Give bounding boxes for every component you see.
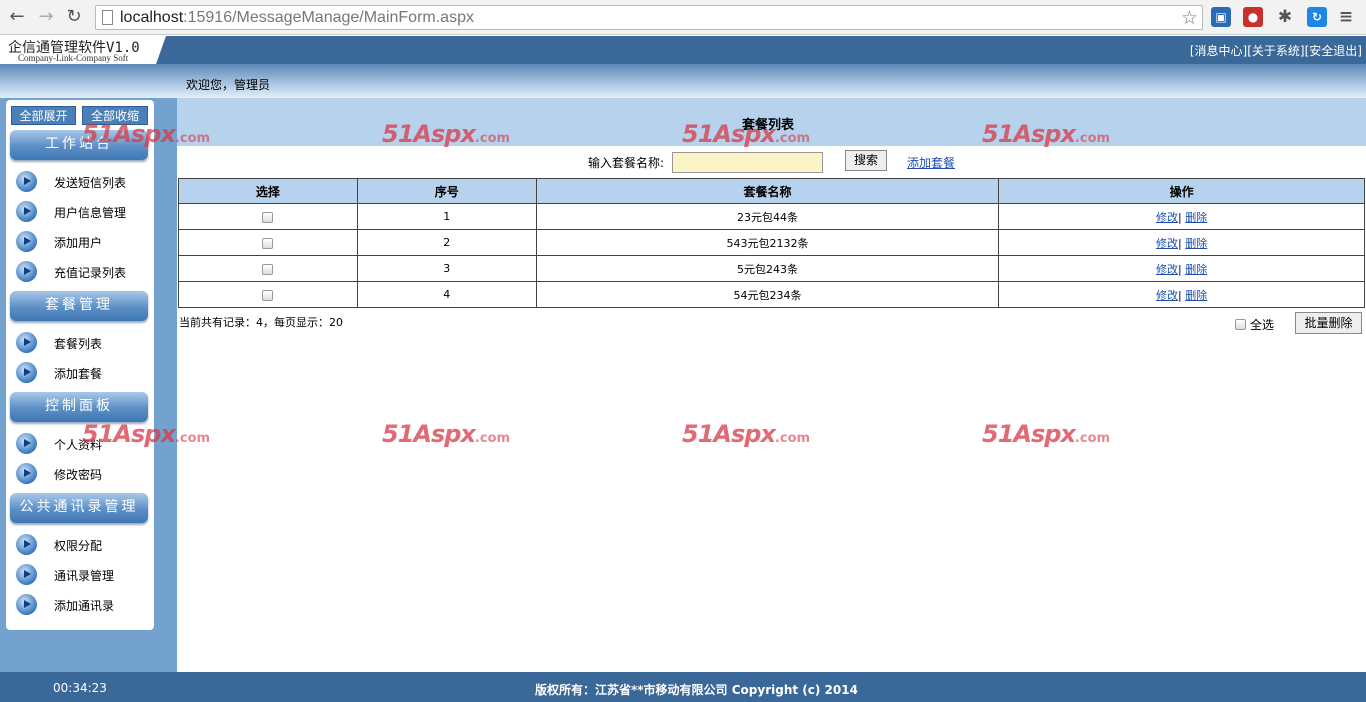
play-icon bbox=[16, 564, 37, 585]
expand-all-button[interactable]: 全部展开 bbox=[11, 106, 76, 125]
sidebar-item-recharge-list[interactable]: 充值记录列表 bbox=[16, 261, 146, 283]
table-row: 4 54元包234条 修改| 删除 bbox=[178, 281, 1365, 308]
play-icon bbox=[16, 463, 37, 484]
watermark: 51Aspx.com bbox=[382, 120, 511, 148]
record-summary: 当前共有记录：4，每页显示：20 bbox=[179, 316, 343, 329]
row-number: 4 bbox=[356, 281, 537, 308]
extension-red-icon[interactable]: ● bbox=[1243, 7, 1263, 27]
table-row: 3 5元包243条 修改| 删除 bbox=[178, 255, 1365, 282]
col-package-name: 套餐名称 bbox=[535, 178, 1000, 204]
col-number: 序号 bbox=[356, 178, 537, 204]
extension-puzzle-icon[interactable]: ✱ bbox=[1275, 7, 1295, 27]
group-header-package[interactable]: 套餐管理 bbox=[10, 291, 148, 321]
col-operations: 操作 bbox=[998, 178, 1365, 204]
search-button[interactable]: 搜索 bbox=[845, 150, 887, 171]
op-separator: | bbox=[1178, 236, 1182, 250]
sidebar-item-add-contact[interactable]: 添加通讯录 bbox=[16, 594, 146, 616]
back-icon[interactable]: ← bbox=[6, 6, 28, 28]
play-icon bbox=[16, 362, 37, 383]
row-package-name: 54元包234条 bbox=[535, 281, 1000, 308]
edit-link[interactable]: 修改 bbox=[1156, 263, 1178, 276]
add-package-link[interactable]: 添加套餐 bbox=[907, 154, 955, 171]
package-name-input[interactable] bbox=[672, 152, 823, 173]
row-checkbox[interactable] bbox=[262, 211, 274, 223]
row-number: 1 bbox=[356, 203, 537, 230]
table-header-row: 选择 序号 套餐名称 操作 bbox=[178, 178, 1365, 204]
sidebar-item-add-user[interactable]: 添加用户 bbox=[16, 231, 146, 253]
sidebar-item-contacts-manage[interactable]: 通讯录管理 bbox=[16, 564, 146, 586]
edit-link[interactable]: 修改 bbox=[1156, 211, 1178, 224]
extension-blue-icon[interactable]: ↻ bbox=[1307, 7, 1327, 27]
search-label: 输入套餐名称: bbox=[588, 156, 665, 170]
edit-link[interactable]: 修改 bbox=[1156, 289, 1178, 302]
play-icon bbox=[16, 231, 37, 252]
extension-monitor-icon[interactable]: ▣ bbox=[1211, 7, 1231, 27]
group-header-contacts[interactable]: 公共通讯录管理 bbox=[10, 493, 148, 523]
select-all[interactable]: 全选 bbox=[1235, 316, 1274, 333]
row-package-name: 23元包44条 bbox=[535, 203, 1000, 230]
watermark: 51Aspx.com bbox=[82, 120, 211, 148]
play-icon bbox=[16, 171, 37, 192]
play-icon bbox=[16, 534, 37, 555]
row-package-name: 543元包2132条 bbox=[535, 229, 1000, 256]
bookmark-star-icon[interactable]: ☆ bbox=[1181, 7, 1198, 29]
watermark: 51Aspx.com bbox=[982, 120, 1111, 148]
col-select: 选择 bbox=[178, 178, 358, 204]
select-all-checkbox[interactable] bbox=[1235, 319, 1246, 330]
sidebar-item-permissions[interactable]: 权限分配 bbox=[16, 534, 146, 556]
app-header bbox=[0, 36, 1366, 64]
row-checkbox[interactable] bbox=[262, 237, 274, 249]
row-checkbox[interactable] bbox=[262, 289, 274, 301]
row-package-name: 5元包243条 bbox=[535, 255, 1000, 282]
address-bar[interactable]: localhost:15916/MessageManage/MainForm.a… bbox=[95, 5, 1203, 30]
sidebar-item-package-list[interactable]: 套餐列表 bbox=[16, 332, 146, 354]
table-row: 2 543元包2132条 修改| 删除 bbox=[178, 229, 1365, 256]
watermark: 51Aspx.com bbox=[382, 420, 511, 448]
package-table: 选择 序号 套餐名称 操作 1 23元包44条 修改| 删除 2 543元包21… bbox=[178, 178, 1365, 308]
sidebar-item-add-package[interactable]: 添加套餐 bbox=[16, 362, 146, 384]
row-number: 2 bbox=[356, 229, 537, 256]
row-checkbox[interactable] bbox=[262, 263, 274, 275]
top-links: [消息中心][关于系统][安全退出] bbox=[1190, 42, 1362, 59]
play-icon bbox=[16, 201, 37, 222]
play-icon bbox=[16, 261, 37, 282]
op-separator: | bbox=[1178, 288, 1182, 302]
sidebar-item-user-info[interactable]: 用户信息管理 bbox=[16, 201, 146, 223]
url-text: localhost:15916/MessageManage/MainForm.a… bbox=[120, 9, 474, 26]
select-all-label: 全选 bbox=[1250, 318, 1275, 332]
forward-icon[interactable]: → bbox=[35, 6, 57, 28]
delete-link[interactable]: 删除 bbox=[1185, 289, 1207, 302]
delete-link[interactable]: 删除 bbox=[1185, 237, 1207, 250]
group-header-control-panel[interactable]: 控制面板 bbox=[10, 392, 148, 422]
sidebar-item-sms-list[interactable]: 发送短信列表 bbox=[16, 171, 146, 193]
row-number: 3 bbox=[356, 255, 537, 282]
footer: 00:34:23 版权所有：江苏省**市移动有限公司 Copyright (c)… bbox=[0, 672, 1366, 702]
delete-link[interactable]: 删除 bbox=[1185, 211, 1207, 224]
browser-toolbar: ← → ↻ localhost:15916/MessageManage/Main… bbox=[0, 0, 1366, 35]
logout-link[interactable]: [安全退出] bbox=[1305, 44, 1362, 58]
watermark: 51Aspx.com bbox=[682, 120, 811, 148]
watermark: 51Aspx.com bbox=[682, 420, 811, 448]
batch-delete-button[interactable]: 批量删除 bbox=[1295, 312, 1362, 334]
menu-icon[interactable]: ≡ bbox=[1336, 7, 1356, 27]
clock: 00:34:23 bbox=[53, 681, 107, 695]
message-center-link[interactable]: [消息中心] bbox=[1190, 44, 1247, 58]
watermark: 51Aspx.com bbox=[82, 420, 211, 448]
welcome-text: 欢迎您，管理员 bbox=[186, 78, 271, 92]
play-icon bbox=[16, 332, 37, 353]
watermark: 51Aspx.com bbox=[982, 420, 1111, 448]
op-separator: | bbox=[1178, 262, 1182, 276]
delete-link[interactable]: 删除 bbox=[1185, 263, 1207, 276]
app-subtitle: Company-Link-Company Soft bbox=[18, 53, 129, 63]
about-system-link[interactable]: [关于系统] bbox=[1247, 44, 1304, 58]
edit-link[interactable]: 修改 bbox=[1156, 237, 1178, 250]
op-separator: | bbox=[1178, 210, 1182, 224]
play-icon bbox=[16, 594, 37, 615]
table-row: 1 23元包44条 修改| 删除 bbox=[178, 203, 1365, 230]
page-icon bbox=[102, 10, 113, 25]
copyright: 版权所有：江苏省**市移动有限公司 Copyright (c) 2014 bbox=[535, 683, 858, 697]
sidebar-item-change-password[interactable]: 修改密码 bbox=[16, 463, 146, 485]
play-icon bbox=[16, 433, 37, 454]
reload-icon[interactable]: ↻ bbox=[63, 6, 85, 28]
